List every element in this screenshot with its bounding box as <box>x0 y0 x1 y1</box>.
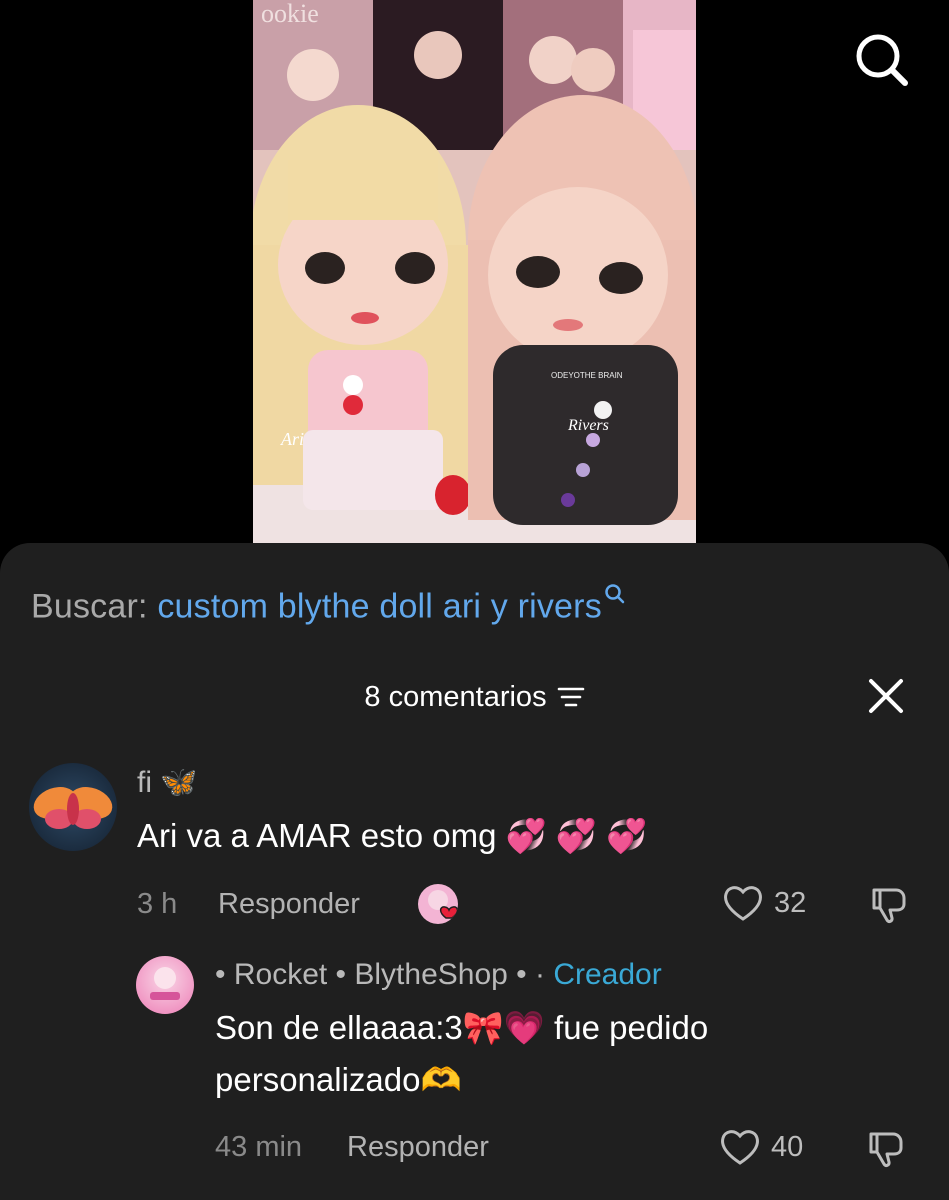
comment-text: Ari va a AMAR esto omg 💞 💞 💞 <box>137 817 648 854</box>
svg-text:ODEYOTHE BRAIN: ODEYOTHE BRAIN <box>551 371 623 380</box>
comments-header: 8 comentarios <box>0 672 949 722</box>
heart-icon <box>721 1130 759 1165</box>
search-icon[interactable] <box>852 30 910 88</box>
reply-text: Son de ellaaaa:3🎀💗 fue pedido personaliz… <box>215 1002 708 1106</box>
search-small-icon <box>605 584 625 604</box>
video-image: ookie Ari ODEYOTHE BRAIN Rivers <box>253 0 696 545</box>
close-icon[interactable] <box>866 676 906 716</box>
reply-like-count: 40 <box>771 1130 804 1163</box>
filter-icon <box>557 687 584 707</box>
comment-username[interactable]: fi 🦋 <box>137 765 198 800</box>
reply-button[interactable]: Responder <box>218 888 360 921</box>
rocket-dolls-logo <box>150 967 180 1000</box>
svg-text:Ari: Ari <box>280 429 304 449</box>
video-frame[interactable]: ookie Ari ODEYOTHE BRAIN Rivers <box>253 0 696 545</box>
video-player[interactable]: ookie Ari ODEYOTHE BRAIN Rivers <box>0 0 949 560</box>
comment-time: 3 h <box>137 888 178 920</box>
sort-comments-button[interactable]: 8 comentarios <box>364 681 584 714</box>
creator-liked-heart-icon <box>428 890 458 919</box>
search-suggestion[interactable]: Buscar: custom blythe doll ari y rivers <box>31 583 626 626</box>
reply-text-line1: Son de ellaaaa:3🎀💗 fue pedido <box>215 1009 709 1046</box>
creator-liked-avatar <box>418 884 458 924</box>
thumbs-down-icon <box>872 888 906 923</box>
svg-text:ookie: ookie <box>261 0 319 28</box>
reply-reply-button[interactable]: Responder <box>347 1131 489 1164</box>
heart-icon <box>724 886 762 921</box>
reply-username[interactable]: • Rocket • BlytheShop • · Creador <box>215 958 662 992</box>
thumbs-down-icon <box>869 1132 903 1167</box>
reply-dislike-button[interactable] <box>865 1128 907 1175</box>
reply-username-text: • Rocket • BlytheShop • · <box>215 958 545 991</box>
dislike-button[interactable] <box>868 884 910 931</box>
svg-text:Rivers: Rivers <box>567 417 609 434</box>
like-button[interactable]: 32 <box>722 884 806 922</box>
reply-text-line2: personalizado🫶 <box>215 1061 462 1098</box>
avatar[interactable] <box>29 763 117 851</box>
like-count: 32 <box>774 886 807 919</box>
search-suggestion-term[interactable]: custom blythe doll ari y rivers <box>157 587 602 625</box>
moth-avatar-image <box>33 787 113 829</box>
search-suggestion-prefix: Buscar: <box>31 587 148 626</box>
reply-like-button[interactable]: 40 <box>719 1128 803 1166</box>
comment-count: 8 comentarios <box>364 680 547 713</box>
reply-time: 43 min <box>215 1131 303 1163</box>
reply-avatar[interactable] <box>136 956 194 1014</box>
creator-badge: Creador <box>553 958 662 991</box>
